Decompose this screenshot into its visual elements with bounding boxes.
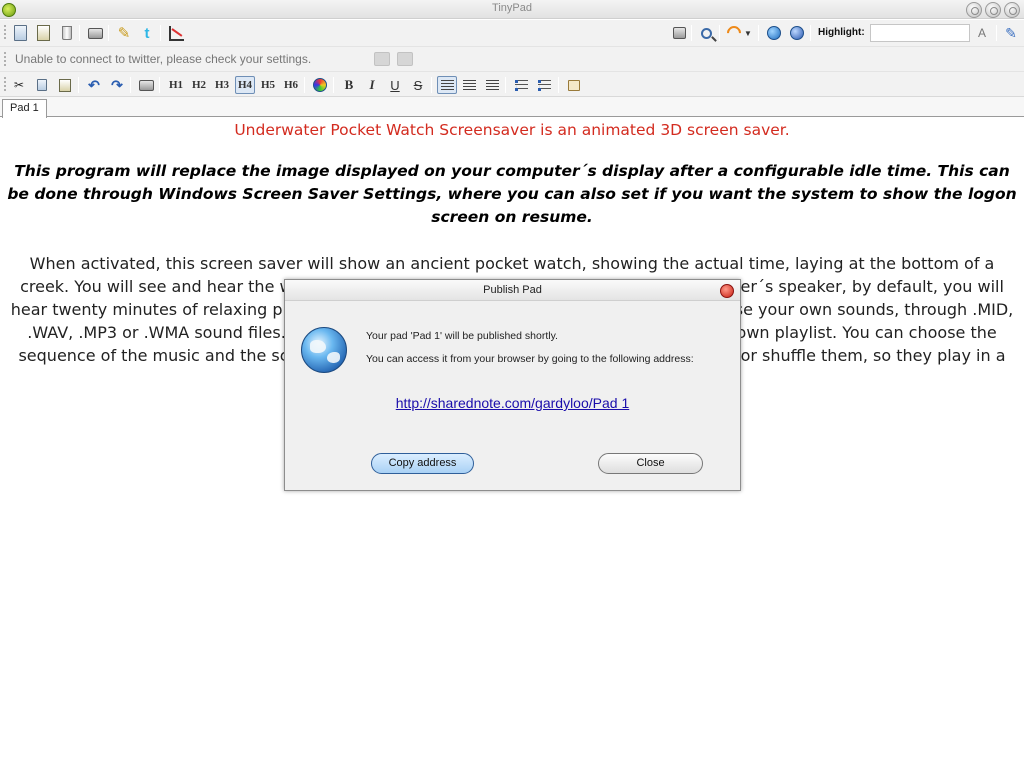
cut-icon[interactable]: ✂ (10, 76, 28, 94)
align-left-icon[interactable] (437, 76, 457, 94)
heading-6-button[interactable]: H6 (281, 76, 301, 94)
toolbar-separator (691, 25, 692, 41)
window-title: TinyPad (492, 2, 532, 14)
dialog-close-icon[interactable] (720, 284, 734, 298)
new-document-icon[interactable] (11, 24, 29, 42)
print-icon[interactable] (137, 76, 155, 94)
tab-pad-1[interactable]: Pad 1 (2, 99, 47, 118)
toolbar-separator (108, 25, 109, 41)
sign-icon[interactable]: ✎ (115, 24, 133, 42)
title-bar: TinyPad (0, 0, 1024, 19)
toolbar-separator (505, 77, 506, 93)
dialog-instructions: You can access it from your browser by g… (366, 353, 694, 365)
dropdown-icon[interactable]: ▼ (743, 24, 753, 42)
bold-button[interactable]: B (340, 76, 358, 94)
heading-1-button[interactable]: H1 (166, 76, 186, 94)
toolbar-separator (996, 25, 997, 41)
toolbar-separator (431, 77, 432, 93)
editor-paragraph-title: Underwater Pocket Watch Screensaver is a… (234, 121, 790, 139)
bulleted-list-icon[interactable] (535, 76, 553, 94)
highlight-color-icon[interactable]: A (973, 24, 991, 42)
editor-paragraph-intro: This program will replace the image disp… (7, 162, 1017, 226)
toolbar-separator (160, 25, 161, 41)
toolbar-separator (333, 77, 334, 93)
rss-icon[interactable] (724, 23, 744, 43)
toolbar-separator (304, 77, 305, 93)
info-icon[interactable] (788, 24, 806, 42)
align-center-icon[interactable] (460, 76, 478, 94)
italic-button[interactable]: I (363, 76, 381, 94)
dialog-message: Your pad 'Pad 1' will be published short… (366, 330, 558, 342)
highlight-label: Highlight: (818, 27, 865, 38)
heading-4-button[interactable]: H4 (235, 76, 255, 94)
toolbar-grip[interactable] (4, 52, 6, 68)
toolbar-separator (558, 77, 559, 93)
toolbar-separator (719, 25, 720, 41)
status-message: Unable to connect to twitter, please che… (15, 52, 312, 66)
dialog-title: Publish Pad (285, 280, 740, 301)
heading-5-button[interactable]: H5 (258, 76, 278, 94)
heading-3-button[interactable]: H3 (212, 76, 232, 94)
twitter-status-bar: Unable to connect to twitter, please che… (0, 47, 1024, 72)
close-button[interactable]: Close (598, 453, 703, 474)
publish-pad-dialog: Publish Pad Your pad 'Pad 1' will be pub… (284, 279, 741, 491)
toolbar-grip[interactable] (4, 25, 6, 41)
globe-icon (301, 327, 347, 373)
toolbar-separator (78, 77, 79, 93)
delete-icon[interactable] (58, 24, 76, 42)
edit-document-icon[interactable] (34, 24, 52, 42)
send-tweet-button[interactable] (374, 52, 390, 66)
copy-address-button[interactable]: Copy address (371, 453, 474, 474)
main-toolbar: ✎ t ▼ Highlight: A ✎ (0, 20, 1024, 47)
minimize-button[interactable] (966, 2, 982, 18)
device-icon[interactable] (670, 24, 688, 42)
align-right-icon[interactable] (483, 76, 501, 94)
redo-icon[interactable]: ↷ (108, 76, 126, 94)
toolbar-separator (130, 77, 131, 93)
toolbar-separator (79, 25, 80, 41)
maximize-button[interactable] (985, 2, 1001, 18)
strikethrough-button[interactable]: S (409, 76, 427, 94)
twitter-icon[interactable]: t (138, 24, 156, 42)
tweet-options-button[interactable] (397, 52, 413, 66)
globe-icon[interactable] (765, 24, 783, 42)
format-toolbar: ✂ ↶ ↷ H1 H2 H3 H4 H5 H6 B I U S (0, 72, 1024, 97)
print-icon[interactable] (86, 24, 104, 42)
highlight-input[interactable] (870, 24, 970, 42)
undo-icon[interactable]: ↶ (85, 76, 103, 94)
toolbar-grip[interactable] (4, 77, 6, 93)
tab-strip: Pad 1 (0, 97, 1024, 118)
search-icon[interactable] (697, 24, 715, 42)
table-icon[interactable] (565, 76, 583, 94)
copy-icon[interactable] (33, 76, 51, 94)
underline-button[interactable]: U (386, 76, 404, 94)
pencil-icon[interactable]: ✎ (1002, 24, 1020, 42)
paste-icon[interactable] (56, 76, 74, 94)
chart-icon[interactable] (167, 24, 185, 42)
toolbar-separator (810, 25, 811, 41)
published-url-link[interactable]: http://sharednote.com/gardyloo/Pad 1 (285, 395, 740, 411)
color-palette-icon[interactable] (311, 76, 329, 94)
heading-2-button[interactable]: H2 (189, 76, 209, 94)
numbered-list-icon[interactable] (512, 76, 530, 94)
toolbar-separator (758, 25, 759, 41)
toolbar-separator (159, 77, 160, 93)
close-window-button[interactable] (1004, 2, 1020, 18)
